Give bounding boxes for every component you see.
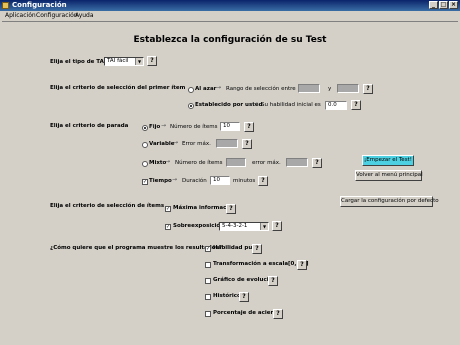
first-item-label: Elija el criterio de selección del prime… — [50, 85, 186, 91]
items-number-label: Número de ítems — [170, 124, 218, 130]
help-button-result-0[interactable]: ? — [252, 244, 262, 254]
radio-variable[interactable] — [142, 142, 148, 148]
range-min-field — [298, 84, 320, 93]
ability-label: Su habilidad inicial es — [261, 102, 321, 108]
checkbox-result-1[interactable] — [205, 262, 211, 268]
help-button-fijo[interactable]: ? — [244, 122, 254, 132]
help-button-result-3[interactable]: ? — [239, 292, 249, 302]
window-title: Configuración — [12, 1, 67, 9]
help-button-variable[interactable]: ? — [242, 139, 252, 149]
arrow-icon: → — [161, 122, 167, 129]
config-panel: Establezca la configuración de su Test E… — [2, 21, 458, 344]
checkbox-result-0[interactable]: ✓ — [205, 246, 211, 252]
initial-ability-field[interactable]: 0.0 — [325, 101, 347, 110]
item-selection-label: Elija el criterio de selección de ítems — [50, 203, 165, 209]
tai-type-value: TAI fácil — [107, 58, 129, 64]
help-button-result-2[interactable]: ? — [268, 276, 278, 286]
overexposure-value: 5-4-3-2-1 — [222, 223, 248, 229]
range-max-field — [337, 84, 359, 93]
arrow-icon: → — [165, 158, 171, 165]
overexposure-label: Sobreexposición — [173, 223, 225, 229]
range-label: Rango de selección entre — [226, 86, 296, 92]
help-button-result-4[interactable]: ? — [273, 309, 283, 319]
result-option-label: Transformación a escala[0, 10] — [213, 261, 309, 267]
checkbox-result-3[interactable] — [205, 294, 211, 300]
radio-fijo[interactable] — [142, 125, 148, 131]
checkbox-tiempo[interactable]: ✓ — [142, 179, 148, 185]
al-azar-label: Al azar — [195, 86, 217, 92]
close-button[interactable]: × — [449, 1, 458, 9]
result-option-label: Histórico — [213, 293, 241, 299]
radio-establecido[interactable] — [188, 103, 194, 109]
stop-criterion-label: Elija el criterio de parada — [50, 123, 129, 129]
minutes-label: minutos — [233, 178, 256, 184]
help-button-range[interactable]: ? — [363, 84, 373, 94]
radio-mixto[interactable] — [142, 161, 148, 167]
error-max-field — [216, 139, 238, 148]
mixto-label: Mixto — [149, 160, 167, 166]
checkbox-overexposure[interactable]: ✓ — [165, 224, 171, 230]
menu-aplicacion[interactable]: Aplicación — [5, 11, 36, 21]
help-button-max-info[interactable]: ? — [226, 204, 236, 214]
maximize-button[interactable]: □ — [439, 1, 448, 9]
chevron-down-icon: ▼ — [135, 58, 143, 65]
arrow-icon: → — [253, 100, 259, 107]
items-number-field[interactable]: 10 — [220, 122, 240, 131]
arrow-icon: → — [216, 84, 222, 91]
checkbox-result-4[interactable] — [205, 311, 211, 317]
help-button-ability[interactable]: ? — [351, 100, 361, 110]
help-button-overexposure[interactable]: ? — [272, 221, 282, 231]
load-default-config-button[interactable]: Cargar la configuración por defecto — [340, 196, 439, 207]
tai-type-label: Elija el tipo de TAI — [50, 59, 106, 65]
title-bar: Configuración _ □ × — [0, 0, 460, 11]
error-max-label: Error máx. — [182, 141, 211, 147]
menu-configuracion[interactable]: Configuración — [36, 11, 78, 21]
help-button-result-1[interactable]: ? — [297, 260, 307, 270]
duration-label: Duración — [182, 178, 207, 184]
radio-al-azar[interactable] — [188, 87, 194, 93]
results-label: ¿Cómo quiere que el programa muestre los… — [50, 245, 222, 251]
start-test-button[interactable]: ¡Empezar el Test! — [362, 155, 414, 166]
tai-type-select[interactable]: TAI fácil ▼ — [104, 57, 144, 66]
mixto-items-field — [226, 158, 246, 167]
mixto-error-field — [286, 158, 308, 167]
app-icon — [2, 2, 9, 9]
arrow-icon: → — [172, 176, 178, 183]
minimize-button[interactable]: _ — [429, 1, 438, 9]
back-to-menu-button[interactable]: Volver al menú principal — [355, 170, 423, 181]
checkbox-max-info[interactable]: ✓ — [165, 206, 171, 212]
variable-label: Variable — [149, 141, 175, 147]
page-title: Establezca la configuración de su Test — [133, 35, 327, 45]
mixto-items-label: Número de ítems — [175, 160, 223, 166]
chevron-down-icon: ▼ — [260, 223, 268, 230]
menu-ayuda[interactable]: Ayuda — [75, 11, 94, 21]
fijo-label: Fijo — [149, 124, 161, 130]
help-button-tai[interactable]: ? — [147, 56, 157, 66]
help-button-tiempo[interactable]: ? — [258, 176, 268, 186]
duration-field[interactable]: 10 — [210, 176, 230, 185]
arrow-icon: → — [173, 139, 179, 146]
range-and-label: y — [328, 86, 332, 92]
overexposure-select[interactable]: 5-4-3-2-1 ▼ — [219, 222, 269, 231]
result-option-label: Gráfico de evolución — [213, 277, 277, 283]
mixto-error-label: error máx. — [252, 160, 281, 166]
help-button-mixto[interactable]: ? — [312, 158, 322, 168]
tiempo-label: Tiempo — [149, 178, 172, 184]
checkbox-result-2[interactable] — [205, 278, 211, 284]
menu-bar: Aplicación Configuración Ayuda — [0, 11, 460, 21]
